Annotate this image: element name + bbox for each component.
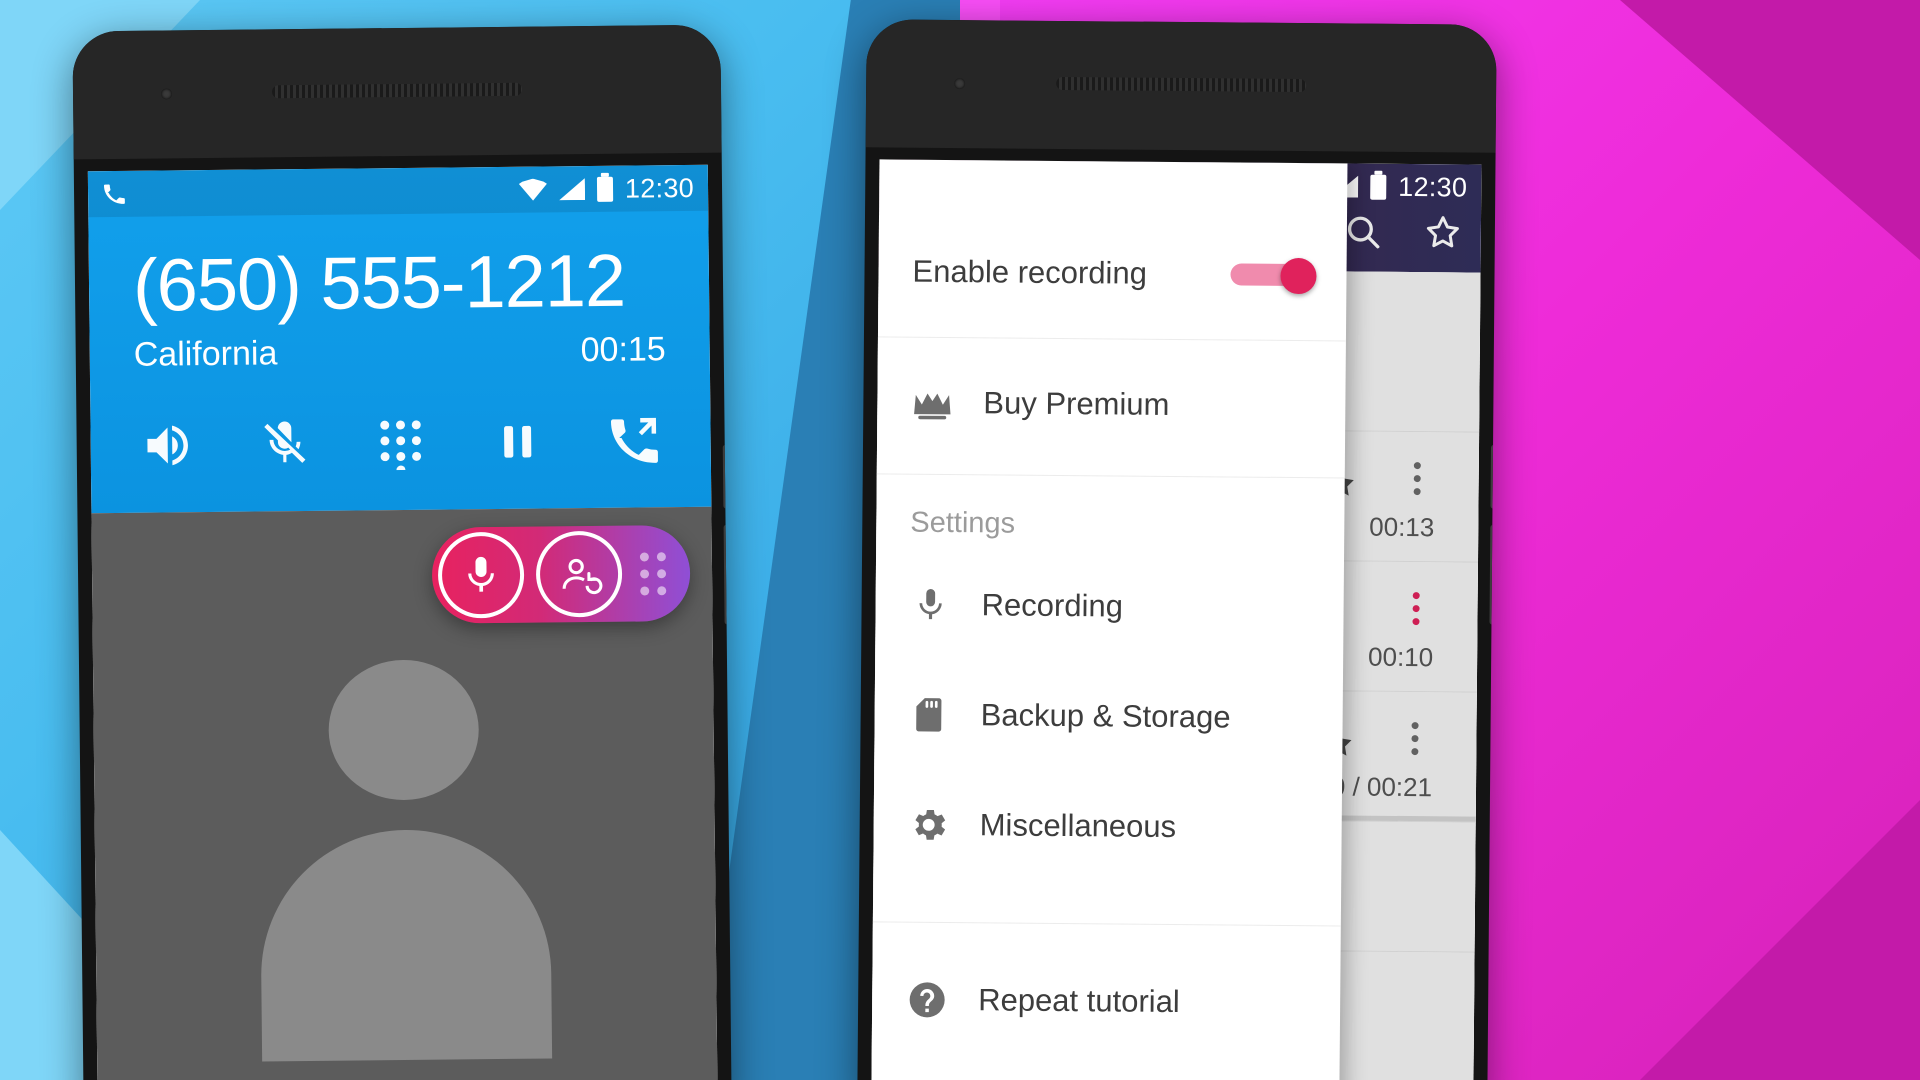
status-clock: 12:30 — [1398, 171, 1468, 203]
enable-recording-row[interactable]: Enable recording — [877, 205, 1348, 342]
battery-icon — [1370, 174, 1387, 200]
toggle-knob — [1280, 257, 1317, 294]
drawer-item-backup-storage[interactable]: Backup & Storage — [874, 659, 1343, 773]
wifi-icon — [519, 178, 547, 200]
status-clock: 12:30 — [624, 172, 695, 204]
signal-icon — [559, 178, 585, 200]
status-bar-left: 12:30 — [87, 164, 709, 218]
drawer-item-label: Repeat tutorial — [978, 982, 1180, 1020]
front-camera-icon — [160, 88, 173, 100]
pause-icon[interactable] — [490, 415, 545, 470]
help-circle-icon — [906, 979, 948, 1021]
sd-card-icon — [908, 694, 950, 736]
drawer-item-buy-premium[interactable]: Buy Premium — [877, 337, 1346, 471]
call-location: California — [133, 334, 278, 374]
drawer-divider — [872, 921, 1341, 927]
navigation-drawer: Enable recording Buy Premium Settings Re… — [871, 159, 1348, 1080]
front-camera-icon — [954, 78, 966, 90]
in-call-contact-area — [91, 506, 718, 1080]
record-button[interactable] — [437, 531, 525, 619]
mic-off-icon[interactable] — [257, 417, 312, 472]
drawer-item-label: Backup & Storage — [980, 697, 1231, 735]
enable-recording-toggle[interactable] — [1230, 257, 1317, 294]
in-call-action-bar — [90, 369, 711, 507]
earpiece-speaker — [271, 82, 523, 99]
avatar — [327, 659, 480, 801]
recorder-app-screen: 12:30 00:13 00:10 00:10 / 00:21 Enable r… — [871, 159, 1482, 1080]
contact-record-icon — [557, 552, 603, 596]
avatar-body — [259, 828, 553, 1062]
battery-icon — [596, 176, 614, 202]
call-transfer-icon[interactable] — [606, 413, 661, 468]
in-call-header: 12:30 (650) 555-1212 California 00:15 — [87, 164, 712, 514]
phone-right-screen: 12:30 00:13 00:10 00:10 / 00:21 Enable r… — [871, 159, 1482, 1080]
phone-right-device: 12:30 00:13 00:10 00:10 / 00:21 Enable r… — [857, 19, 1497, 1080]
drawer-section-settings: Settings — [910, 506, 1016, 540]
earpiece-speaker — [1056, 76, 1307, 93]
drawer-divider — [876, 473, 1345, 479]
drawer-item-recording[interactable]: Recording — [875, 549, 1344, 663]
microphone-icon — [459, 553, 503, 597]
dialpad-icon[interactable] — [373, 416, 428, 471]
phone-icon — [102, 182, 126, 206]
phone-left-screen: 12:30 (650) 555-1212 California 00:15 — [87, 164, 718, 1080]
drawer-item-tell-about-us[interactable]: Tell about us — [871, 1054, 1339, 1080]
phone-left-device: 12:30 (650) 555-1212 California 00:15 — [72, 24, 732, 1080]
call-phone-number: (650) 555-1212 — [132, 238, 626, 327]
crown-icon — [911, 382, 953, 424]
drawer-item-label: Buy Premium — [983, 385, 1170, 422]
phone-left-bezel — [72, 24, 722, 160]
enable-recording-label: Enable recording — [912, 253, 1148, 291]
bg-right-corner-bottom — [1640, 800, 1920, 1080]
drag-handle-icon[interactable] — [639, 551, 667, 596]
contact-record-button[interactable] — [535, 530, 623, 618]
in-call-screen: 12:30 (650) 555-1212 California 00:15 — [87, 164, 718, 1080]
microphone-icon — [909, 584, 951, 626]
gear-icon — [908, 804, 950, 846]
floating-recorder-widget[interactable] — [431, 524, 691, 624]
call-meta-row: California 00:15 — [89, 322, 709, 375]
phone-right-bezel — [865, 19, 1497, 153]
drawer-item-label: Recording — [981, 587, 1124, 624]
drawer-item-label: Miscellaneous — [979, 807, 1177, 845]
speaker-icon[interactable] — [140, 418, 195, 473]
drawer-item-repeat-tutorial[interactable]: Repeat tutorial — [872, 944, 1341, 1058]
drawer-item-miscellaneous[interactable]: Miscellaneous — [873, 769, 1342, 883]
call-timer: 00:15 — [580, 330, 666, 370]
bg-right-corner-top — [1620, 0, 1920, 260]
